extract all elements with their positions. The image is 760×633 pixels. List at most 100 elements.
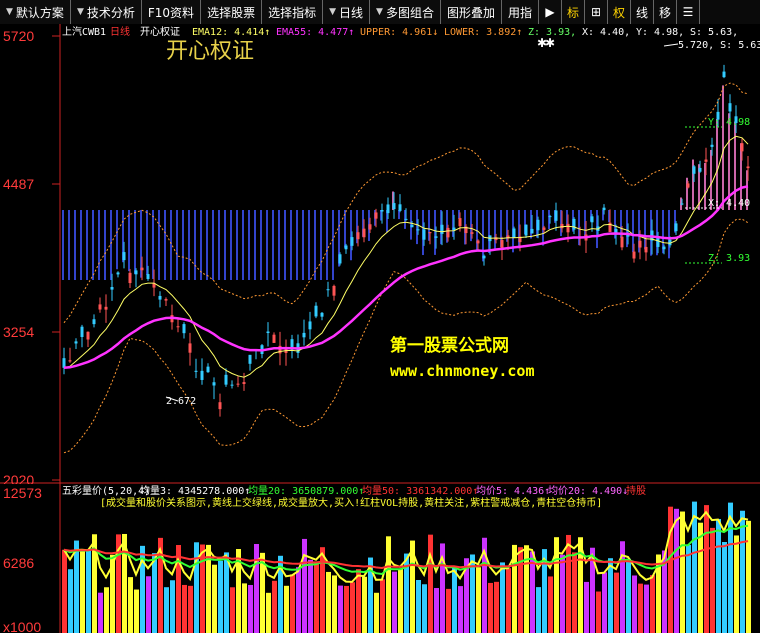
volume-bar — [98, 592, 103, 633]
histogram-bar — [254, 210, 256, 280]
legend-item: X: 4.40, — [582, 27, 630, 38]
histogram-bar — [278, 210, 280, 280]
volume-bar — [614, 572, 619, 633]
toolbar-item-0[interactable]: ▼ 默认方案 — [0, 0, 71, 24]
volume-bar — [632, 575, 637, 633]
toolbar-item-5[interactable]: ▼ 日线 — [323, 0, 371, 24]
volume-bar — [734, 535, 739, 633]
candle-body — [554, 210, 558, 221]
toolbar-toggle-5[interactable]: 移 — [654, 0, 677, 24]
histogram-bar — [164, 210, 166, 280]
toolbar-toggle-0[interactable]: ▶ — [539, 0, 562, 24]
candle-body — [344, 245, 348, 250]
candle-body — [200, 370, 204, 380]
toolbar-toggle-3[interactable]: 权 — [608, 0, 631, 24]
volume-bar — [176, 545, 181, 633]
volume-bar — [494, 581, 499, 633]
toolbar-item-label: 默认方案 — [15, 5, 64, 20]
histogram-bar — [176, 210, 178, 280]
candle-body — [428, 232, 432, 234]
vol-legend-item: 持股 — [626, 484, 646, 497]
volume-bar — [194, 542, 199, 633]
vol-y-tick-label: 12573 — [3, 485, 42, 501]
candle-body — [644, 246, 648, 253]
volume-bar — [452, 567, 457, 633]
histogram-bar — [242, 210, 244, 280]
volume-bar — [128, 577, 133, 633]
candle-body — [722, 71, 726, 78]
histogram-bar — [128, 210, 130, 272]
candle-body — [602, 207, 606, 211]
volume-bar — [596, 591, 601, 633]
histogram-bar — [200, 210, 202, 280]
vol-y-tick-label: x1000 — [3, 619, 41, 633]
toolbar-item-8[interactable]: 用指 — [501, 0, 539, 24]
toolbar-item-2[interactable]: F10资料 — [141, 0, 202, 24]
volume-bar — [716, 519, 721, 633]
volume-bar — [266, 592, 271, 633]
toolbar-toggle-6[interactable]: ☰ — [677, 0, 700, 24]
toolbar-item-1[interactable]: ▼ 技术分析 — [70, 0, 142, 24]
volume-bar — [338, 585, 343, 633]
volume-bar — [446, 588, 451, 633]
histogram-bar — [74, 210, 76, 280]
candle-body — [86, 331, 90, 340]
candle-body — [638, 240, 642, 248]
toolbar-toggle-1[interactable]: 标 — [562, 0, 585, 24]
candle-body — [326, 289, 330, 291]
volume-bar — [314, 562, 319, 633]
histogram-bar — [116, 210, 118, 270]
candle-body — [158, 295, 162, 300]
histogram-bar — [134, 210, 136, 274]
volume-bar — [380, 579, 385, 633]
histogram-bar — [266, 210, 268, 280]
candle-body — [80, 326, 84, 337]
volume-bar — [548, 576, 553, 633]
legend-item: LOWER: 3.892↑ — [444, 27, 522, 38]
volume-bar — [536, 587, 541, 633]
toolbar-item-7[interactable]: 图形叠加 — [440, 0, 502, 24]
candle-body — [374, 212, 378, 219]
histogram-bar — [248, 210, 250, 280]
candle-body — [266, 331, 270, 334]
candle-body — [710, 144, 714, 147]
toolbar-toggle-4[interactable]: 线 — [631, 0, 654, 24]
volume-bar — [746, 520, 751, 633]
candle-body — [350, 237, 354, 246]
histogram-bar — [722, 85, 724, 210]
volume-bar — [386, 536, 391, 633]
volume-bar — [290, 574, 295, 633]
toolbar-item-label: 图形叠加 — [446, 5, 495, 20]
candle-body — [692, 166, 696, 174]
candle-body — [104, 306, 108, 310]
candle-body — [128, 272, 132, 284]
toolbar-item-6[interactable]: ▼ 多图组合 — [370, 0, 441, 24]
histogram-bar — [62, 210, 64, 280]
histogram-bar — [86, 210, 88, 280]
candle-body — [686, 183, 690, 188]
volume-note: [成交量和股价关系图示,黄线上交绿线,成交量放大,买入!红柱VOL持股,黄柱关注… — [100, 496, 602, 509]
volume-bar — [602, 572, 607, 633]
volume-bar — [362, 576, 367, 633]
toolbar-item-label: 日线 — [339, 5, 364, 20]
candle-body — [386, 204, 390, 214]
histogram-bar — [320, 210, 322, 280]
y-tick-label: 2020 — [3, 472, 34, 484]
histogram-bar — [158, 210, 160, 280]
vol-legend-item: 均量50: 3361342.000↑ — [362, 485, 478, 497]
toolbar-item-label: 多图组合 — [385, 5, 434, 20]
volume-bar — [560, 554, 565, 633]
volume-bar — [272, 580, 277, 633]
watermark-title: 第一股票公式网 — [390, 335, 509, 356]
histogram-bar — [284, 210, 286, 280]
volume-bar — [428, 534, 433, 633]
toolbar-toggle-2[interactable]: ⊞ — [585, 0, 608, 24]
candle-body — [368, 224, 372, 230]
histogram-bar — [260, 210, 262, 280]
histogram-bar — [236, 210, 238, 280]
candle-body — [392, 203, 396, 210]
candle-body — [98, 304, 102, 310]
toolbar-item-3[interactable]: 选择股票 — [201, 0, 263, 24]
candle-body — [302, 332, 306, 338]
toolbar-item-4[interactable]: 选择指标 — [262, 0, 324, 24]
